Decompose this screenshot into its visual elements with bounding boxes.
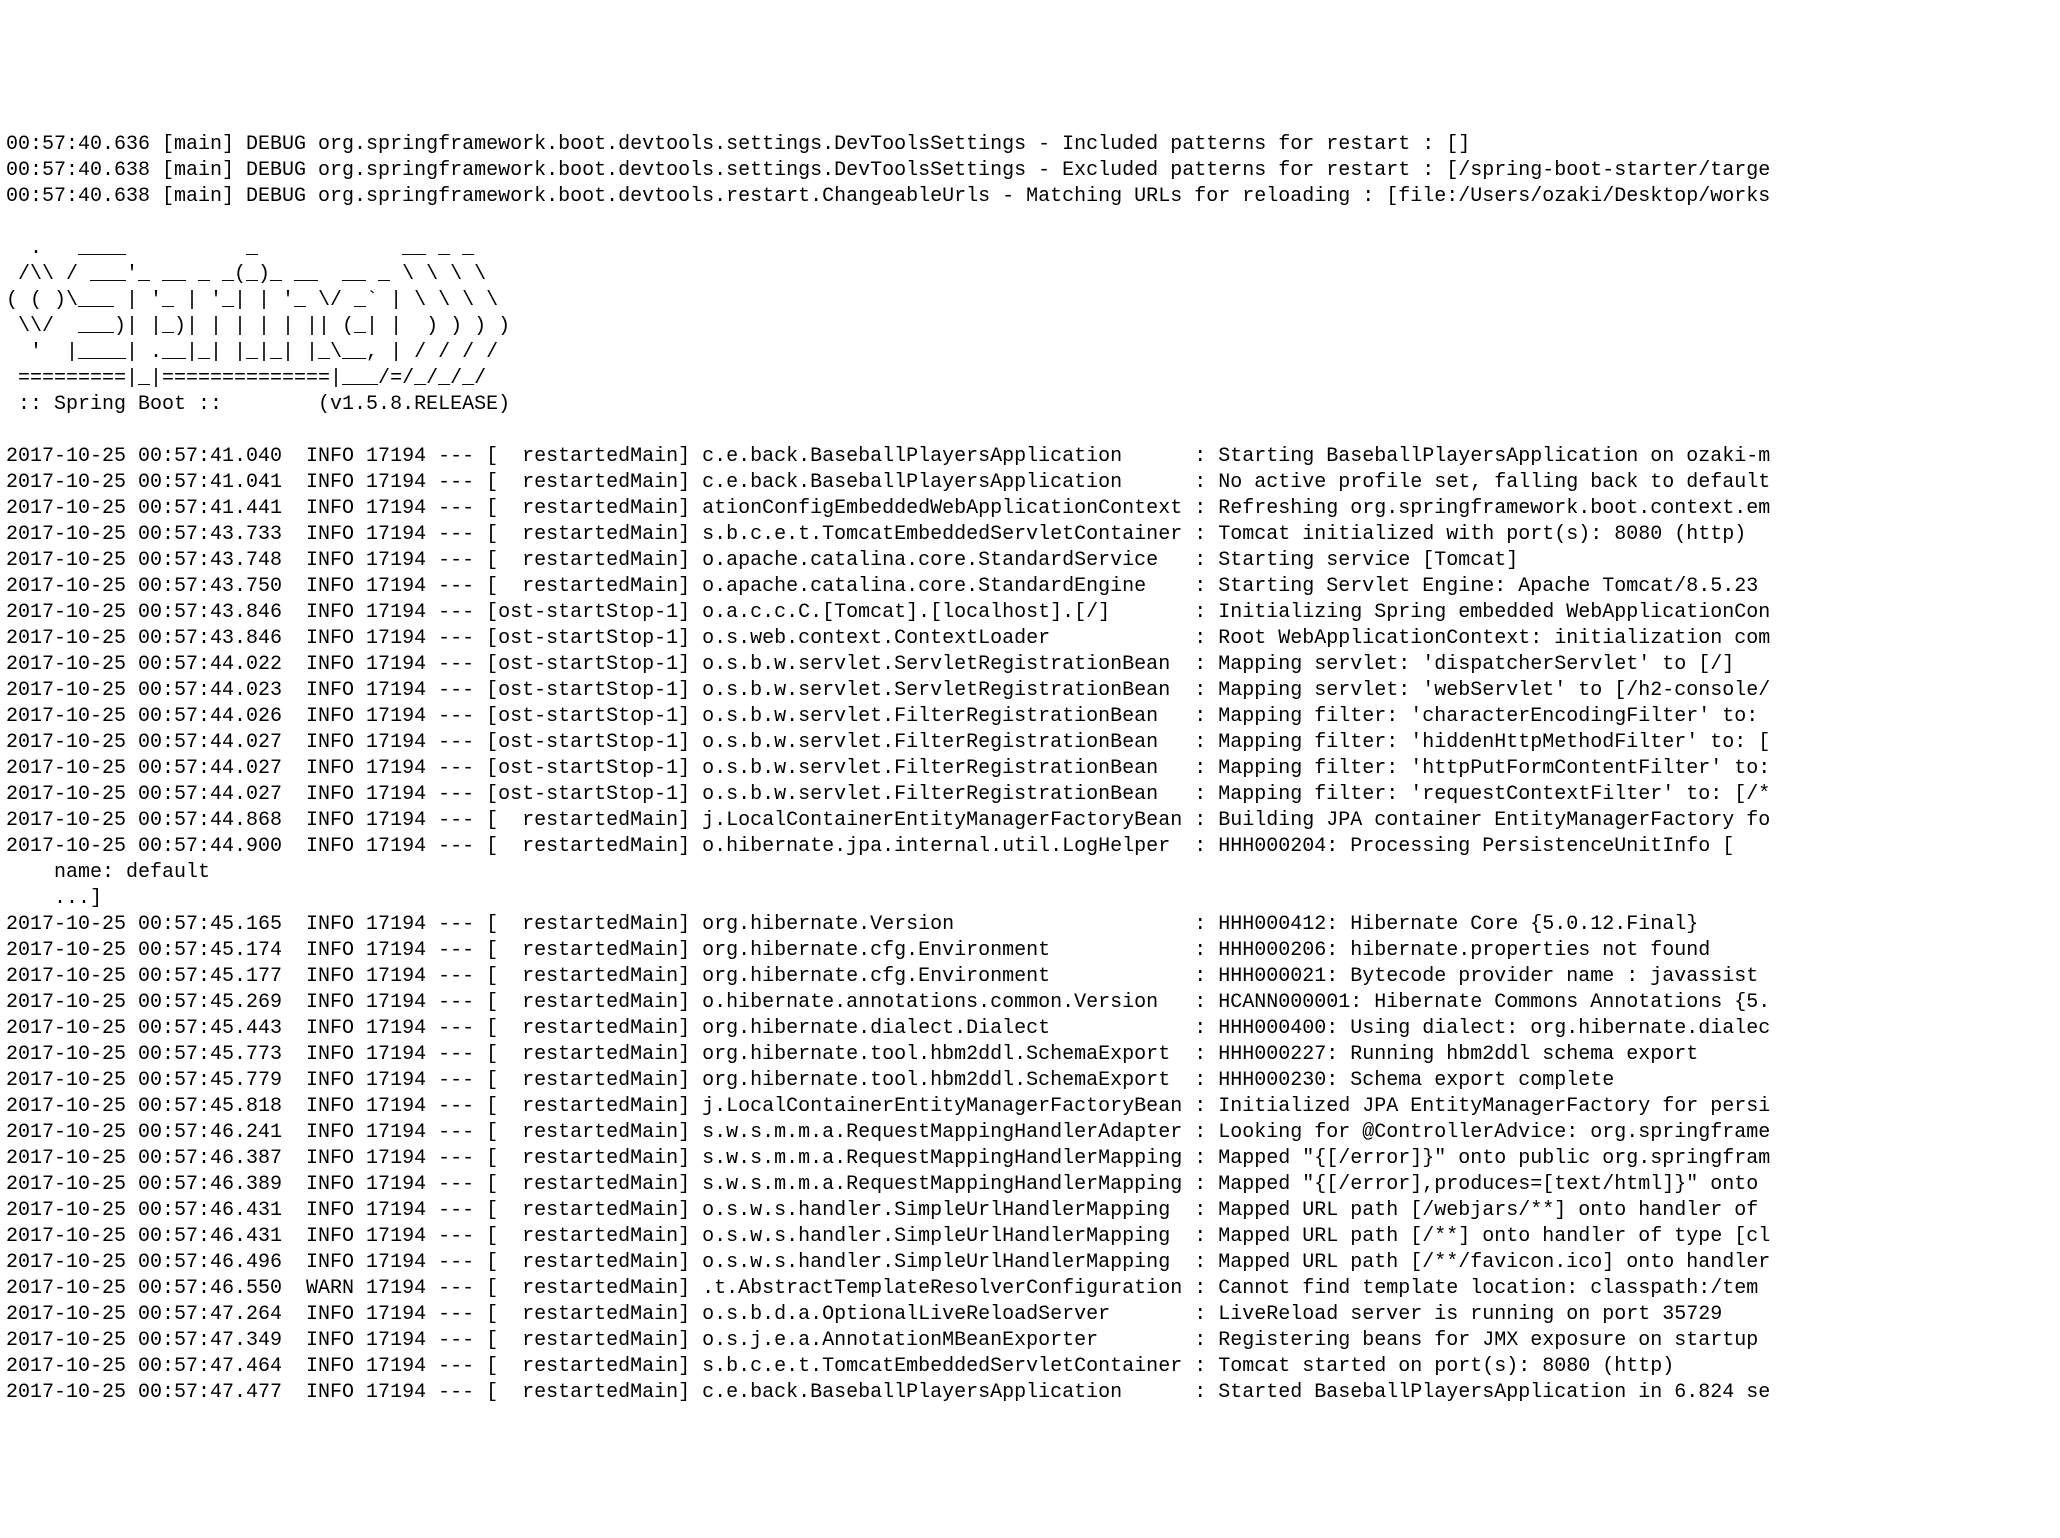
log-line: 2017-10-25 00:57:46.241 INFO 17194 --- [… [6,1120,2054,1146]
spring-banner-line: . ____ _ __ _ _ [6,236,2054,262]
log-line: 2017-10-25 00:57:45.779 INFO 17194 --- [… [6,1068,2054,1094]
log-line: 2017-10-25 00:57:45.269 INFO 17194 --- [… [6,990,2054,1016]
log-line: 2017-10-25 00:57:47.264 INFO 17194 --- [… [6,1302,2054,1328]
log-line: 2017-10-25 00:57:43.748 INFO 17194 --- [… [6,548,2054,574]
log-line: 2017-10-25 00:57:43.750 INFO 17194 --- [… [6,574,2054,600]
log-line: 2017-10-25 00:57:45.177 INFO 17194 --- [… [6,964,2054,990]
spring-banner-line: =========|_|==============|___/=/_/_/_/ [6,366,2054,392]
log-line: 2017-10-25 00:57:45.818 INFO 17194 --- [… [6,1094,2054,1120]
spring-banner-line [6,418,2054,444]
log-line: 2017-10-25 00:57:46.496 INFO 17194 --- [… [6,1250,2054,1276]
log-line: ...] [6,886,2054,912]
log-line: name: default [6,860,2054,886]
log-line: 2017-10-25 00:57:46.550 WARN 17194 --- [… [6,1276,2054,1302]
spring-banner-line: /\\ / ___'_ __ _ _(_)_ __ __ _ \ \ \ \ [6,262,2054,288]
log-line: 2017-10-25 00:57:47.464 INFO 17194 --- [… [6,1354,2054,1380]
log-line: 2017-10-25 00:57:41.040 INFO 17194 --- [… [6,444,2054,470]
log-line: 2017-10-25 00:57:41.441 INFO 17194 --- [… [6,496,2054,522]
log-line: 2017-10-25 00:57:44.022 INFO 17194 --- [… [6,652,2054,678]
log-line: 2017-10-25 00:57:46.431 INFO 17194 --- [… [6,1198,2054,1224]
debug-log-line: 00:57:40.638 [main] DEBUG org.springfram… [6,184,2054,210]
spring-banner-line: \\/ ___)| |_)| | | | | || (_| | ) ) ) ) [6,314,2054,340]
log-line: 2017-10-25 00:57:44.023 INFO 17194 --- [… [6,678,2054,704]
log-line: 2017-10-25 00:57:47.477 INFO 17194 --- [… [6,1380,2054,1406]
log-line: 2017-10-25 00:57:45.165 INFO 17194 --- [… [6,912,2054,938]
log-line: 2017-10-25 00:57:43.846 INFO 17194 --- [… [6,626,2054,652]
log-line: 2017-10-25 00:57:43.733 INFO 17194 --- [… [6,522,2054,548]
log-line: 2017-10-25 00:57:44.027 INFO 17194 --- [… [6,782,2054,808]
spring-banner-line: ( ( )\___ | '_ | '_| | '_ \/ _` | \ \ \ … [6,288,2054,314]
log-line: 2017-10-25 00:57:44.027 INFO 17194 --- [… [6,756,2054,782]
log-line: 2017-10-25 00:57:45.174 INFO 17194 --- [… [6,938,2054,964]
spring-banner-line: :: Spring Boot :: (v1.5.8.RELEASE) [6,392,2054,418]
log-line: 2017-10-25 00:57:44.868 INFO 17194 --- [… [6,808,2054,834]
log-line: 2017-10-25 00:57:47.349 INFO 17194 --- [… [6,1328,2054,1354]
log-line: 2017-10-25 00:57:46.431 INFO 17194 --- [… [6,1224,2054,1250]
log-line: 2017-10-25 00:57:44.900 INFO 17194 --- [… [6,834,2054,860]
log-line: 2017-10-25 00:57:45.443 INFO 17194 --- [… [6,1016,2054,1042]
spring-banner-line [6,210,2054,236]
log-line: 2017-10-25 00:57:46.387 INFO 17194 --- [… [6,1146,2054,1172]
debug-log-line: 00:57:40.638 [main] DEBUG org.springfram… [6,158,2054,184]
log-line: 2017-10-25 00:57:44.027 INFO 17194 --- [… [6,730,2054,756]
log-line: 2017-10-25 00:57:45.773 INFO 17194 --- [… [6,1042,2054,1068]
debug-log-line: 00:57:40.636 [main] DEBUG org.springfram… [6,132,2054,158]
log-line: 2017-10-25 00:57:44.026 INFO 17194 --- [… [6,704,2054,730]
log-line: 2017-10-25 00:57:41.041 INFO 17194 --- [… [6,470,2054,496]
log-line: 2017-10-25 00:57:46.389 INFO 17194 --- [… [6,1172,2054,1198]
spring-banner-line: ' |____| .__|_| |_|_| |_\__, | / / / / [6,340,2054,366]
terminal-output: 00:57:40.636 [main] DEBUG org.springfram… [0,130,2060,1408]
log-line: 2017-10-25 00:57:43.846 INFO 17194 --- [… [6,600,2054,626]
